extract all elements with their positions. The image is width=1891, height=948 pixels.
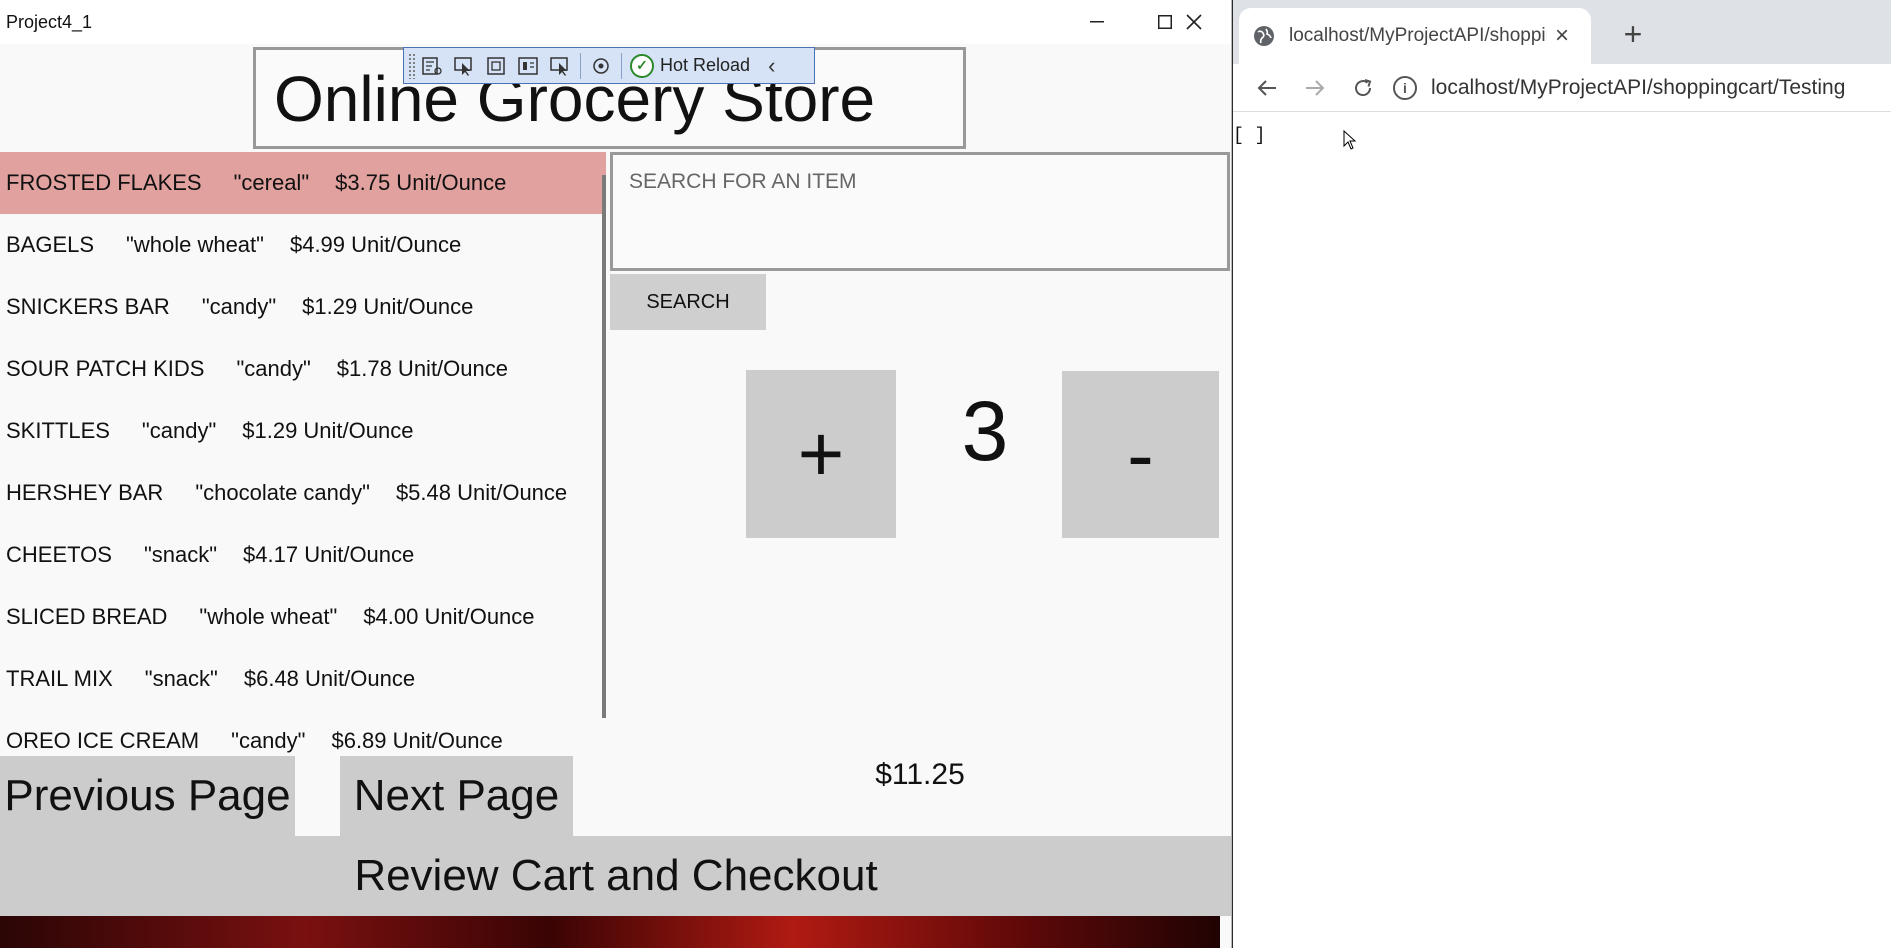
product-price: $4.00 Unit/Ounce [363,604,535,629]
product-name: OREO ICE CREAM [6,728,200,753]
next-page-button[interactable]: Next Page [340,756,573,836]
tab-close-icon[interactable]: × [1555,22,1569,50]
product-price: $5.48 Unit/Ounce [395,480,568,505]
search-box[interactable] [610,152,1230,271]
globe-icon [1254,26,1274,46]
product-category: "snack" [144,666,218,691]
address-bar[interactable]: localhost/MyProjectAPI/shoppingcart/Test… [1431,76,1845,100]
product-list-item[interactable]: FROSTED FLAKES "cereal" $3.75 Unit/Ounce [0,152,606,214]
tab-title: localhost/MyProjectAPI/shoppingcart/Test… [1289,25,1547,46]
toolbar-separator [621,52,622,79]
hot-reload-settings-icon[interactable] [585,51,617,81]
increase-quantity-button[interactable]: + [746,370,896,538]
hot-reload-toolbar: ✓ Hot Reload ‹ [403,47,815,84]
info-icon[interactable]: i [1393,76,1417,100]
decrease-quantity-button[interactable]: - [1062,371,1219,538]
product-name: HERSHEY BAR [6,480,164,505]
product-price: $4.17 Unit/Ounce [243,542,415,567]
collapse-toolbar-button[interactable]: ‹ [768,53,775,79]
browser-tab[interactable]: localhost/MyProjectAPI/shoppingcart/Test… [1239,8,1591,64]
hot-reload-status-icon: ✓ [630,53,654,78]
display-layout-adorners-icon[interactable] [480,51,512,81]
product-category: "cereal" [233,170,310,195]
product-category: "candy" [201,294,277,319]
product-category: "candy" [141,418,217,443]
product-price: $6.89 Unit/Ounce [331,728,503,753]
product-name: CHEETOS [6,542,112,567]
product-price: $3.75 Unit/Ounce [335,170,507,195]
browser-window: localhost/MyProjectAPI/shoppingcart/Test… [1233,0,1891,948]
forward-icon[interactable] [1295,70,1335,106]
total-price: $11.25 [875,758,965,791]
hot-reload-label: Hot Reload [660,55,751,75]
close-button[interactable] [1160,0,1228,44]
background-image [0,916,1220,948]
product-price: $1.29 Unit/Ounce [242,418,414,443]
back-icon[interactable] [1247,70,1287,106]
product-list-item[interactable]: CHEETOS "snack" $4.17 Unit/Ounce [0,524,606,586]
product-price: $4.99 Unit/Ounce [289,232,462,257]
product-category: "candy" [231,728,306,753]
product-category: "chocolate candy" [195,480,370,505]
product-list-item[interactable]: SOUR PATCH KIDS "candy" $1.78 Unit/Ounce [0,338,606,400]
search-input[interactable] [627,161,1211,203]
product-name: SLICED BREAD [6,604,168,629]
product-list-item[interactable]: TRAIL MIX "snack" $6.48 Unit/Ounce [0,648,606,710]
binding-failures-icon[interactable] [544,51,576,81]
review-cart-checkout-button[interactable]: Review Cart and Checkout [0,836,1231,916]
list-scrollbar[interactable] [602,175,606,718]
product-list-item[interactable]: BAGELS "whole wheat" $4.99 Unit/Ounce [0,214,606,276]
browser-toolbar: i localhost/MyProjectAPI/shoppingcart/Te… [1233,64,1891,112]
product-category: "snack" [143,542,218,567]
product-name: TRAIL MIX [6,666,113,691]
product-list[interactable]: FROSTED FLAKES "cereal" $3.75 Unit/Ounce BA… [0,152,608,755]
close-icon [1186,14,1202,30]
app-window: Project4_1 Online Grocery Store ✓ Hot Re… [0,0,1232,948]
new-tab-button[interactable]: + [1613,14,1653,54]
product-name: SKITTLES [6,418,110,443]
previous-page-button[interactable]: Previous Page [0,756,295,836]
product-category: "whole wheat" [199,604,338,629]
reload-icon[interactable] [1343,70,1383,106]
title-bar[interactable]: Project4_1 [0,0,1231,44]
product-category: "whole wheat" [126,232,264,257]
minimize-icon [1090,21,1104,23]
product-list-item[interactable]: HERSHEY BAR "chocolate candy" $5.48 Unit/O… [0,462,606,524]
track-focus-icon[interactable] [512,51,544,81]
product-category: "candy" [236,356,311,381]
product-name: FROSTED FLAKES [6,170,202,195]
product-list-item[interactable]: SKITTLES "candy" $1.29 Unit/Ounce [0,400,606,462]
product-list-item[interactable]: SLICED BREAD "whole wheat" $4.00 Unit/Ounc… [0,586,606,648]
product-name: BAGELS [6,232,95,257]
page-content: [ ] [1233,126,1266,146]
live-visual-tree-icon[interactable] [416,51,448,81]
product-list-item[interactable]: OREO ICE CREAM "candy" $6.89 Unit/Ounce [0,710,606,755]
select-element-icon[interactable] [448,51,480,81]
product-price: $1.29 Unit/Ounce [302,294,474,319]
mouse-cursor-icon [1343,130,1357,150]
search-button[interactable]: SEARCH [610,274,766,330]
product-name: SNICKERS BAR [6,294,170,319]
toolbar-separator [580,52,581,79]
product-price: $6.48 Unit/Ounce [243,666,416,691]
quantity-value: 3 [961,384,1009,478]
product-name: SOUR PATCH KIDS [6,356,205,381]
toolbar-grip[interactable] [408,52,416,79]
tab-strip: localhost/MyProjectAPI/shoppingcart/Test… [1233,0,1891,64]
minimize-button[interactable] [1063,0,1131,44]
product-list-item[interactable]: SNICKERS BAR "candy" $1.29 Unit/Ounce [0,276,606,338]
window-title: Project4_1 [6,12,93,32]
product-price: $1.78 Unit/Ounce [336,356,508,381]
